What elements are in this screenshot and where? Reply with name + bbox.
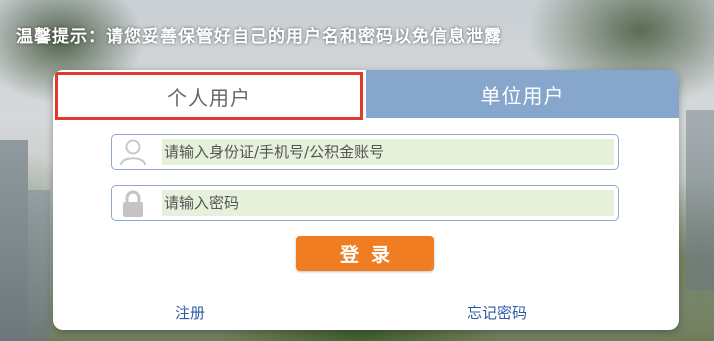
password-input[interactable] [162, 190, 614, 216]
password-field [111, 185, 619, 221]
username-field [111, 134, 619, 170]
login-button[interactable]: 登录 [296, 236, 434, 271]
tab-personal-user[interactable]: 个人用户 [55, 72, 363, 120]
login-tabs: 个人用户 单位用户 [53, 70, 679, 120]
login-card: 个人用户 单位用户 登录 注册 忘记密码 [53, 70, 679, 330]
tab-unit-user[interactable]: 单位用户 [366, 70, 679, 118]
username-input[interactable] [162, 139, 614, 165]
register-link[interactable]: 注册 [175, 302, 205, 323]
background-building [28, 190, 50, 341]
security-tip-banner: 温馨提示：请您妥善保管好自己的用户名和密码以免信息泄露 [16, 27, 502, 47]
background-building [686, 110, 714, 290]
lock-icon [118, 188, 148, 218]
user-icon [118, 137, 148, 167]
forgot-password-link[interactable]: 忘记密码 [467, 302, 527, 323]
background-building [0, 140, 28, 341]
